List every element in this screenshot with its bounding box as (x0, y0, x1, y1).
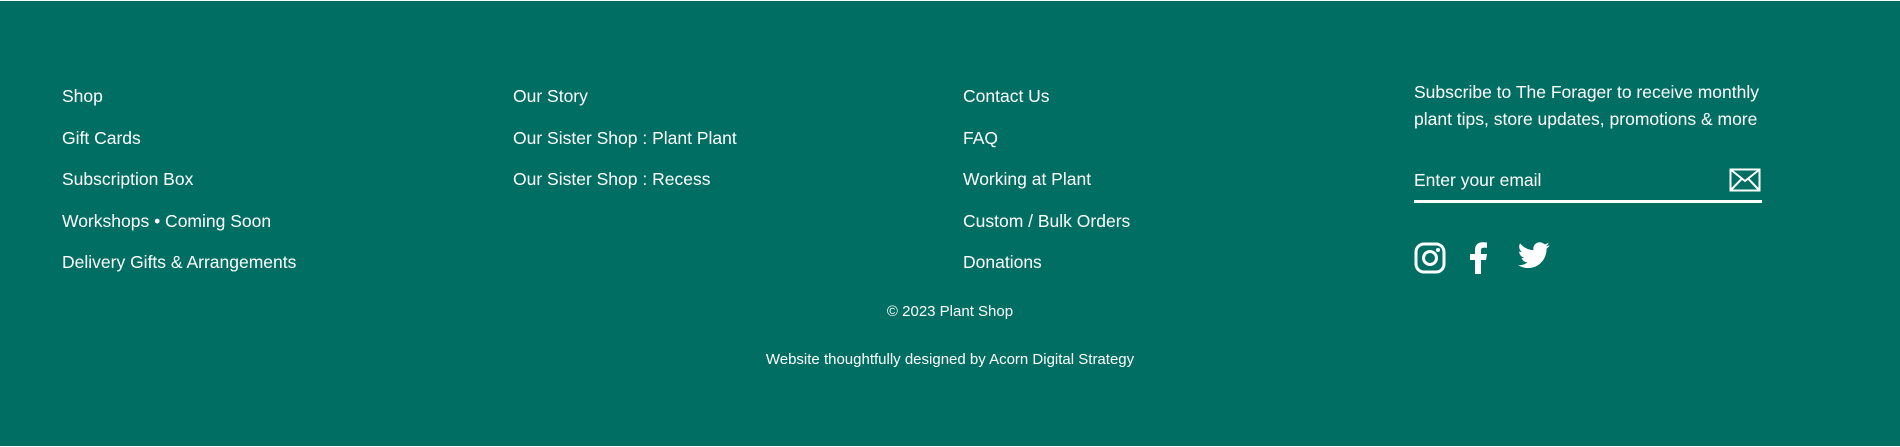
facebook-link[interactable] (1468, 242, 1502, 276)
footer-links-help: Contact Us FAQ Working at Plant Custom /… (963, 85, 1130, 293)
footer-link-custom-bulk-orders[interactable]: Custom / Bulk Orders (963, 210, 1130, 232)
twitter-icon (1518, 242, 1550, 268)
designer-credit[interactable]: Website thoughtfully designed by Acorn D… (0, 351, 1900, 368)
footer-link-donations[interactable]: Donations (963, 251, 1042, 273)
footer-link-item: Our Sister Shop : Recess (513, 168, 737, 210)
footer-link-item: Delivery Gifts & Arrangements (62, 251, 296, 293)
footer-link-sister-shop-recess[interactable]: Our Sister Shop : Recess (513, 168, 710, 190)
subscribe-submit-button[interactable] (1728, 167, 1762, 195)
footer-link-item: Donations (963, 251, 1130, 293)
instagram-icon (1414, 242, 1446, 274)
footer-link-subscription-box[interactable]: Subscription Box (62, 168, 193, 190)
site-footer: Shop Gift Cards Subscription Box Worksho… (0, 1, 1900, 446)
envelope-icon (1729, 168, 1761, 191)
footer-links-about: Our Story Our Sister Shop : Plant Plant … (513, 85, 737, 210)
footer-link-item: Gift Cards (62, 127, 296, 169)
footer-link-item: FAQ (963, 127, 1130, 169)
footer-link-workshops[interactable]: Workshops • Coming Soon (62, 210, 271, 232)
email-form (1414, 163, 1762, 203)
footer-link-item: Working at Plant (963, 168, 1130, 210)
footer-links-shop: Shop Gift Cards Subscription Box Worksho… (62, 85, 296, 293)
footer-link-faq[interactable]: FAQ (963, 127, 998, 149)
footer-link-item: Our Story (513, 85, 737, 127)
footer-link-item: Workshops • Coming Soon (62, 210, 296, 252)
facebook-icon (1470, 242, 1487, 274)
newsletter-description: Subscribe to The Forager to receive mont… (1414, 82, 1759, 129)
footer-link-item: Our Sister Shop : Plant Plant (513, 127, 737, 169)
newsletter-signup: Subscribe to The Forager to receive mont… (1414, 79, 1774, 274)
footer-link-our-story[interactable]: Our Story (513, 85, 588, 107)
footer-link-shop[interactable]: Shop (62, 85, 103, 107)
footer-link-item: Subscription Box (62, 168, 296, 210)
email-field[interactable] (1414, 163, 1714, 197)
footer-link-sister-shop-plant-plant[interactable]: Our Sister Shop : Plant Plant (513, 127, 737, 149)
footer-link-item: Custom / Bulk Orders (963, 210, 1130, 252)
footer-link-contact-us[interactable]: Contact Us (963, 85, 1050, 107)
footer-link-working-at-plant[interactable]: Working at Plant (963, 168, 1091, 190)
footer-link-item: Shop (62, 85, 296, 127)
copyright-text: © 2023 Plant Shop (886, 303, 1014, 320)
twitter-link[interactable] (1518, 242, 1552, 276)
footer-link-item: Contact Us (963, 85, 1130, 127)
footer-link-gift-cards[interactable]: Gift Cards (62, 127, 141, 149)
footer-link-delivery-gifts[interactable]: Delivery Gifts & Arrangements (62, 251, 296, 273)
instagram-link[interactable] (1414, 242, 1448, 276)
